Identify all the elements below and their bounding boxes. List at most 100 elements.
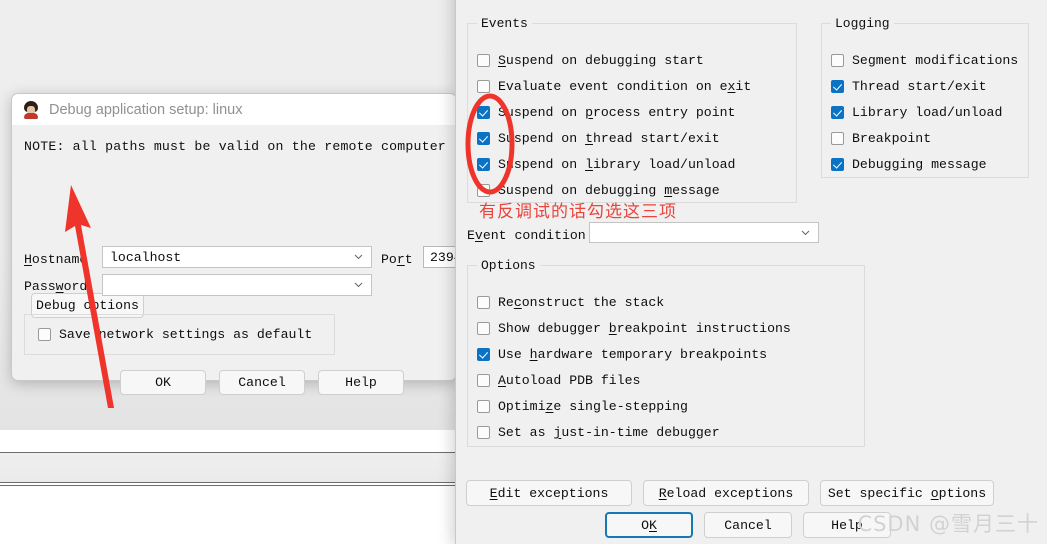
ida-person-icon xyxy=(22,100,40,119)
option-label: Use hardware temporary breakpoints xyxy=(498,347,768,362)
option-label: Autoload PDB files xyxy=(498,373,641,388)
checkbox-icon[interactable] xyxy=(477,322,490,335)
dialog-body: NOTE: all paths must be valid on the rem… xyxy=(12,126,483,395)
csdn-watermark: CSDN @雪月三十 xyxy=(857,512,1039,536)
event-condition-input[interactable] xyxy=(589,222,819,243)
password-label: Password xyxy=(24,279,88,294)
option-reconstruct-the-stack[interactable]: Reconstruct the stack xyxy=(477,295,664,310)
chevron-down-icon[interactable] xyxy=(801,228,810,237)
option-set-as-just-in-time-debugger[interactable]: Set as just-in-time debugger xyxy=(477,425,720,440)
event-suspend-debugging-start[interactable]: Suspend on debugging start xyxy=(477,53,704,68)
event-label: Suspend on debugging message xyxy=(498,183,720,198)
event-label: Suspend on thread start/exit xyxy=(498,131,720,146)
save-network-settings-label: Save network settings as default xyxy=(59,327,313,342)
edit-exceptions-label: Edit exceptions xyxy=(489,485,609,501)
help-button[interactable]: Help xyxy=(318,370,404,395)
option-use-hardware-temporary-breakpoints[interactable]: Use hardware temporary breakpoints xyxy=(477,347,767,362)
checkbox-icon[interactable] xyxy=(477,80,490,93)
option-label: Reconstruct the stack xyxy=(498,295,665,310)
logging-debugging-message[interactable]: Debugging message xyxy=(831,157,987,172)
checkbox-icon[interactable] xyxy=(477,374,490,387)
event-suspend-process-entry-point[interactable]: Suspend on process entry point xyxy=(477,105,735,120)
logging-groupbox: Logging xyxy=(821,16,1029,178)
event-condition-label: Event condition xyxy=(467,228,586,243)
cancel-button[interactable]: Cancel xyxy=(219,370,305,395)
event-label: Suspend on process entry point xyxy=(498,105,736,120)
logging-label: Debugging message xyxy=(852,157,987,172)
debug-options-dialog: Events Suspend on debugging start Evalua… xyxy=(455,0,1047,544)
background-divider-2 xyxy=(0,482,470,483)
cancel-button[interactable]: Cancel xyxy=(704,512,792,538)
checkbox-icon[interactable] xyxy=(477,426,490,439)
save-network-settings-checkbox[interactable]: Save network settings as default xyxy=(38,327,312,342)
event-evaluate-event-condition-on-exit[interactable]: Evaluate event condition on exit xyxy=(477,79,751,94)
background-divider-3 xyxy=(0,485,470,486)
hostname-label: Hostname xyxy=(24,252,88,267)
checkbox-icon[interactable] xyxy=(831,158,844,171)
chevron-down-icon[interactable] xyxy=(354,252,363,261)
debug-application-setup-dialog: Debug application setup: linux NOTE: all… xyxy=(11,93,483,395)
event-label: Suspend on debugging start xyxy=(498,53,704,68)
page-title: Debug application setup: linux xyxy=(49,101,243,118)
event-label: Evaluate event condition on exit xyxy=(498,79,752,94)
reload-exceptions-button[interactable]: Reload exceptions xyxy=(643,480,809,506)
event-label: Suspend on library load/unload xyxy=(498,157,736,172)
logging-breakpoint[interactable]: Breakpoint xyxy=(831,131,931,146)
event-suspend-thread-start-exit[interactable]: Suspend on thread start/exit xyxy=(477,131,720,146)
note-text: NOTE: all paths must be valid on the rem… xyxy=(24,139,446,154)
chevron-down-icon[interactable] xyxy=(354,280,363,289)
ok-button[interactable]: OK xyxy=(120,370,206,395)
screenshot-root: Debug application setup: linux NOTE: all… xyxy=(0,0,1047,544)
background-window-bottom xyxy=(0,487,470,544)
checkbox-icon[interactable] xyxy=(477,400,490,413)
logging-label: Segment modifications xyxy=(852,53,1019,68)
logging-segment-modifications[interactable]: Segment modifications xyxy=(831,53,1018,68)
logging-label: Library load/unload xyxy=(852,105,1003,120)
checkbox-icon[interactable] xyxy=(477,348,490,361)
dialog-titlebar: Debug application setup: linux xyxy=(12,94,456,126)
reload-exceptions-label: Reload exceptions xyxy=(658,485,794,501)
set-specific-options-button[interactable]: Set specific options xyxy=(820,480,994,506)
checkbox-icon[interactable] xyxy=(477,106,490,119)
checkbox-icon[interactable] xyxy=(38,328,51,341)
checkbox-icon[interactable] xyxy=(477,132,490,145)
checkbox-icon[interactable] xyxy=(477,158,490,171)
checkbox-icon[interactable] xyxy=(831,106,844,119)
help-button-label: Help xyxy=(345,375,377,390)
logging-thread-start-exit[interactable]: Thread start/exit xyxy=(831,79,987,94)
checkbox-icon[interactable] xyxy=(831,54,844,67)
background-window-strip xyxy=(0,453,470,483)
cancel-button-label: Cancel xyxy=(238,375,286,390)
option-show-debugger-breakpoint-instructions[interactable]: Show debugger breakpoint instructions xyxy=(477,321,791,336)
cancel-button-label: Cancel xyxy=(724,517,772,533)
ok-button[interactable]: OK xyxy=(605,512,693,538)
password-input[interactable] xyxy=(102,274,372,296)
checkbox-icon[interactable] xyxy=(477,296,490,309)
port-label: Port xyxy=(381,252,413,267)
logging-label: Breakpoint xyxy=(852,131,932,146)
logging-library-load-unload[interactable]: Library load/unload xyxy=(831,105,1002,120)
checkbox-icon[interactable] xyxy=(831,132,844,145)
checkbox-icon[interactable] xyxy=(477,184,490,197)
hostname-value: localhost xyxy=(110,249,182,265)
event-suspend-library-load-unload[interactable]: Suspend on library load/unload xyxy=(477,157,735,172)
options-group-title: Options xyxy=(477,258,540,273)
edit-exceptions-button[interactable]: Edit exceptions xyxy=(466,480,632,506)
ok-button-label: OK xyxy=(641,517,657,533)
events-group-title: Events xyxy=(477,16,532,31)
set-specific-options-label: Set specific options xyxy=(827,485,987,501)
hostname-input[interactable]: localhost xyxy=(102,246,372,268)
logging-label: Thread start/exit xyxy=(852,79,987,94)
option-label: Show debugger breakpoint instructions xyxy=(498,321,791,336)
logging-group-title: Logging xyxy=(831,16,894,31)
checkbox-icon[interactable] xyxy=(477,54,490,67)
checkbox-icon[interactable] xyxy=(831,80,844,93)
option-optimize-single-stepping[interactable]: Optimize single-stepping xyxy=(477,399,688,414)
chinese-annotation-text: 有反调试的话勾选这三项 xyxy=(479,202,677,222)
ok-button-label: OK xyxy=(155,375,171,390)
debug-options-button-label: Debug options xyxy=(36,298,139,313)
option-autoload-pdb-files[interactable]: Autoload PDB files xyxy=(477,373,640,388)
option-label: Optimize single-stepping xyxy=(498,399,688,414)
option-label: Set as just-in-time debugger xyxy=(498,425,720,440)
event-suspend-debugging-message[interactable]: Suspend on debugging message xyxy=(477,183,720,198)
